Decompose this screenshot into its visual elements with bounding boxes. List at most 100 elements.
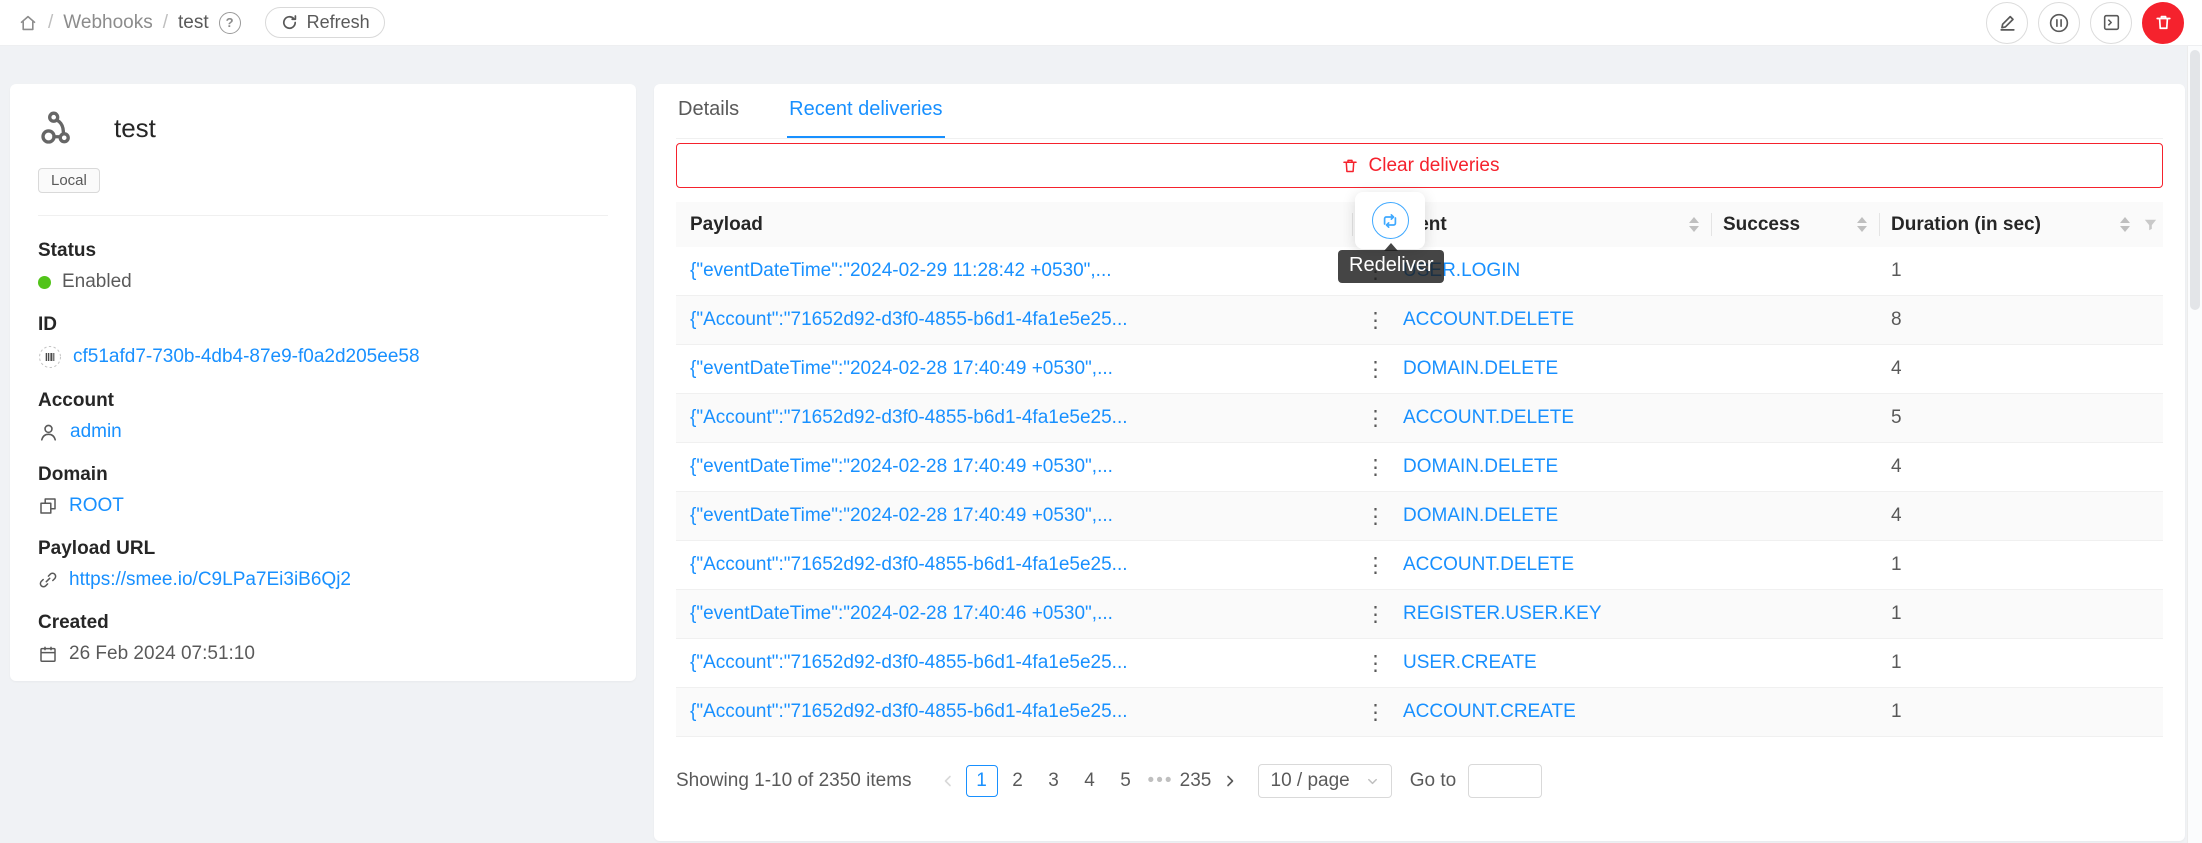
more-actions-icon[interactable]: ⋮ bbox=[1365, 457, 1386, 478]
duration-value: 1 bbox=[1879, 260, 2163, 282]
event-link[interactable]: DOMAIN.DELETE bbox=[1403, 358, 1558, 380]
refresh-button[interactable]: Refresh bbox=[265, 7, 385, 38]
pause-button[interactable] bbox=[2038, 2, 2080, 44]
scrollbar-thumb[interactable] bbox=[2190, 50, 2200, 310]
more-actions-icon[interactable]: ⋮ bbox=[1365, 555, 1386, 576]
column-separator bbox=[1352, 213, 1353, 236]
page-scrollbar[interactable] bbox=[2187, 46, 2202, 843]
event-link[interactable]: DOMAIN.DELETE bbox=[1403, 505, 1558, 527]
breadcrumb-webhooks[interactable]: Webhooks bbox=[63, 12, 152, 34]
column-separator bbox=[1879, 213, 1880, 236]
page-size-select[interactable]: 10 / page bbox=[1258, 764, 1392, 798]
payload-link[interactable]: {"Account":"71652d92-d3f0-4855-b6d1-4fa1… bbox=[690, 701, 1128, 722]
event-link[interactable]: USER.CREATE bbox=[1403, 652, 1537, 674]
event-link[interactable]: ACCOUNT.CREATE bbox=[1403, 701, 1576, 723]
sort-icons[interactable] bbox=[2120, 217, 2130, 232]
trash-icon bbox=[1340, 156, 1360, 176]
event-link[interactable]: DOMAIN.DELETE bbox=[1403, 456, 1558, 478]
delete-button[interactable] bbox=[2142, 2, 2184, 44]
page-button-3[interactable]: 3 bbox=[1038, 765, 1070, 797]
status-value: Enabled bbox=[62, 271, 132, 293]
more-actions-icon[interactable]: ⋮ bbox=[1365, 506, 1386, 527]
tab-details[interactable]: Details bbox=[676, 84, 741, 138]
trash-icon bbox=[2153, 12, 2174, 33]
table-row: {"Account":"71652d92-d3f0-4855-b6d1-4fa1… bbox=[676, 394, 2163, 443]
field-label: Domain bbox=[38, 464, 608, 486]
tab-recent-deliveries[interactable]: Recent deliveries bbox=[787, 84, 944, 138]
breadcrumb-separator: / bbox=[48, 12, 53, 34]
event-link[interactable]: ACCOUNT.DELETE bbox=[1403, 407, 1574, 429]
payload-link[interactable]: {"eventDateTime":"2024-02-28 17:40:49 +0… bbox=[690, 505, 1113, 526]
more-actions-icon[interactable]: ⋮ bbox=[1365, 702, 1386, 723]
redeliver-button[interactable] bbox=[1372, 202, 1409, 239]
field-account: Account admin bbox=[38, 390, 608, 443]
field-label: Account bbox=[38, 390, 608, 412]
edit-button[interactable] bbox=[1986, 2, 2028, 44]
more-actions-icon[interactable]: ⋮ bbox=[1365, 359, 1386, 380]
table-row: {"eventDateTime":"2024-02-28 17:40:49 +0… bbox=[676, 345, 2163, 394]
id-value-link[interactable]: cf51afd7-730b-4db4-87e9-f0a2d205ee58 bbox=[73, 346, 420, 368]
breadcrumb-separator: / bbox=[163, 12, 168, 34]
sort-icons[interactable] bbox=[1689, 217, 1699, 232]
home-icon[interactable] bbox=[18, 13, 38, 33]
payload-link[interactable]: {"Account":"71652d92-d3f0-4855-b6d1-4fa1… bbox=[690, 554, 1128, 575]
next-page-button[interactable] bbox=[1214, 765, 1246, 797]
pagination-summary: Showing 1-10 of 2350 items bbox=[676, 770, 912, 792]
jump-next-icon[interactable]: ••• bbox=[1148, 770, 1174, 792]
more-actions-icon[interactable]: ⋮ bbox=[1365, 653, 1386, 674]
reload-icon bbox=[280, 13, 299, 32]
table-body: {"eventDateTime":"2024-02-29 11:28:42 +0… bbox=[676, 247, 2163, 737]
account-value-link[interactable]: admin bbox=[70, 421, 122, 443]
more-actions-icon[interactable]: ⋮ bbox=[1365, 604, 1386, 625]
duration-value: 4 bbox=[1879, 505, 2163, 527]
sort-icons[interactable] bbox=[1857, 217, 1867, 232]
payload-link[interactable]: {"Account":"71652d92-d3f0-4855-b6d1-4fa1… bbox=[690, 309, 1128, 330]
event-link[interactable]: ACCOUNT.DELETE bbox=[1403, 554, 1574, 576]
field-created: Created 26 Feb 2024 07:51:10 bbox=[38, 612, 608, 665]
page-button-5[interactable]: 5 bbox=[1110, 765, 1142, 797]
breadcrumb: / Webhooks / test ? Refresh bbox=[18, 7, 385, 38]
calendar-icon bbox=[38, 644, 58, 664]
webhook-icon bbox=[38, 110, 74, 146]
payload-link[interactable]: {"eventDateTime":"2024-02-28 17:40:49 +0… bbox=[690, 358, 1113, 379]
field-label: ID bbox=[38, 314, 608, 336]
page-button-4[interactable]: 4 bbox=[1074, 765, 1106, 797]
page-button-1[interactable]: 1 bbox=[966, 765, 998, 797]
refresh-label: Refresh bbox=[307, 12, 370, 33]
console-button[interactable] bbox=[2090, 2, 2132, 44]
payload-link[interactable]: {"eventDateTime":"2024-02-28 17:40:49 +0… bbox=[690, 456, 1113, 477]
clear-deliveries-button[interactable]: Clear deliveries bbox=[676, 143, 2163, 188]
column-title: Payload bbox=[690, 214, 763, 236]
payload-link[interactable]: {"Account":"71652d92-d3f0-4855-b6d1-4fa1… bbox=[690, 407, 1128, 428]
event-link[interactable]: REGISTER.USER.KEY bbox=[1403, 603, 1602, 625]
help-question-icon[interactable]: ? bbox=[219, 12, 241, 34]
duration-value: 1 bbox=[1879, 701, 2163, 723]
column-title: Duration (in sec) bbox=[1891, 214, 2041, 236]
user-icon bbox=[38, 422, 59, 443]
filter-icon[interactable] bbox=[2142, 216, 2159, 233]
more-actions-icon[interactable]: ⋮ bbox=[1365, 408, 1386, 429]
field-domain: Domain ROOT bbox=[38, 464, 608, 517]
duration-value: 1 bbox=[1879, 603, 2163, 625]
divider bbox=[38, 215, 608, 216]
domain-value-link[interactable]: ROOT bbox=[69, 495, 124, 517]
code-icon bbox=[2101, 12, 2122, 33]
goto-label: Go to bbox=[1410, 770, 1456, 792]
top-bar: / Webhooks / test ? Refresh bbox=[0, 0, 2202, 46]
field-status: Status Enabled bbox=[38, 240, 608, 293]
page-actions bbox=[1986, 2, 2184, 44]
table-row: {"Account":"71652d92-d3f0-4855-b6d1-4fa1… bbox=[676, 541, 2163, 590]
duration-value: 5 bbox=[1879, 407, 2163, 429]
payload-link[interactable]: {"eventDateTime":"2024-02-28 17:40:46 +0… bbox=[690, 603, 1113, 624]
payload-link[interactable]: {"eventDateTime":"2024-02-29 11:28:42 +0… bbox=[690, 260, 1112, 281]
more-actions-icon[interactable]: ⋮ bbox=[1365, 310, 1386, 331]
page-button-2[interactable]: 2 bbox=[1002, 765, 1034, 797]
event-link[interactable]: ACCOUNT.DELETE bbox=[1403, 309, 1574, 331]
payload-url-link[interactable]: https://smee.io/C9LPa7Ei3iB6Qj2 bbox=[69, 569, 351, 591]
payload-link[interactable]: {"Account":"71652d92-d3f0-4855-b6d1-4fa1… bbox=[690, 652, 1128, 673]
page-button-last[interactable]: 235 bbox=[1180, 765, 1212, 797]
barcode-icon[interactable] bbox=[38, 345, 62, 369]
prev-page-button[interactable] bbox=[932, 765, 964, 797]
webhook-info-card: test Local Status Enabled ID cf51afd7-73… bbox=[10, 84, 636, 681]
goto-page-input[interactable] bbox=[1468, 764, 1542, 798]
